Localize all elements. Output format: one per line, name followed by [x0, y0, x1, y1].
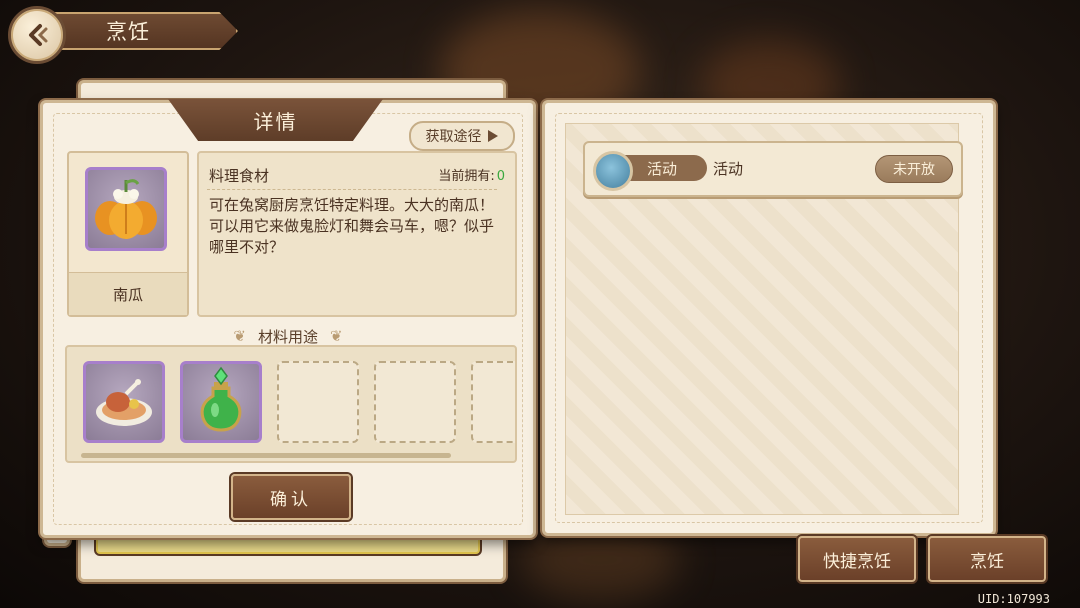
- back-button[interactable]: [8, 6, 66, 64]
- recipe-slot-green-potion[interactable]: [180, 361, 262, 443]
- description-header: 料理食材 当前拥有: 0: [209, 165, 505, 187]
- owned-count: 当前拥有: 0: [438, 169, 505, 184]
- divider: [207, 189, 497, 190]
- item-name: 南瓜: [69, 272, 187, 315]
- description-box: 料理食材 当前拥有: 0 可在兔窝厨房烹饪特定料理。大大的南瓜！可以用它来做鬼脸灯…: [197, 151, 517, 317]
- ornament-right-icon: ❦: [330, 327, 343, 345]
- confirm-button[interactable]: 确认: [231, 474, 351, 520]
- page-title: 烹饪: [52, 12, 238, 50]
- recipe-slot-empty: [277, 361, 359, 443]
- status-badge[interactable]: 未开放: [875, 155, 953, 183]
- item-icon-frame: [85, 167, 167, 251]
- horizontal-scrollbar[interactable]: [81, 453, 451, 458]
- source-row-activity[interactable]: 活动 活动 未开放: [583, 141, 963, 197]
- source-button[interactable]: 获取途径: [409, 121, 515, 151]
- cook-button[interactable]: 烹饪: [928, 536, 1046, 582]
- item-card: 南瓜: [67, 151, 189, 317]
- recipe-slot-roast-dish[interactable]: [83, 361, 165, 443]
- activity-name: 活动: [713, 160, 744, 178]
- recipe-slot-empty: [471, 361, 515, 443]
- detail-tab: 详情: [168, 99, 383, 141]
- back-arrow-icon: [29, 24, 48, 46]
- usage-list[interactable]: [65, 345, 517, 463]
- user-id: UID:107993: [977, 592, 1050, 606]
- ornament-left-icon: ❦: [233, 327, 246, 345]
- item-description: 可在兔窝厨房烹饪特定料理。大大的南瓜！可以用它来做鬼脸灯和舞会马车，嗯？似乎哪里…: [209, 196, 495, 256]
- green-potion-icon: [200, 366, 242, 432]
- play-arrow-icon: [487, 130, 498, 142]
- source-panel: 活动 活动 未开放: [542, 100, 996, 536]
- roast-dish-icon: [96, 379, 152, 426]
- activity-icon: [593, 151, 633, 191]
- pumpkin-icon: [95, 179, 157, 239]
- item-category: 料理食材: [209, 167, 270, 185]
- detail-panel: 详情 获取途径 南瓜 料理食材 当前拥有: 0 可在兔窝厨房烹饪特定料理。大大的南…: [40, 99, 536, 538]
- source-button-label: 获取途径: [425, 129, 482, 145]
- quick-cook-button[interactable]: 快捷烹饪: [798, 536, 916, 582]
- recipe-slot-empty: [374, 361, 456, 443]
